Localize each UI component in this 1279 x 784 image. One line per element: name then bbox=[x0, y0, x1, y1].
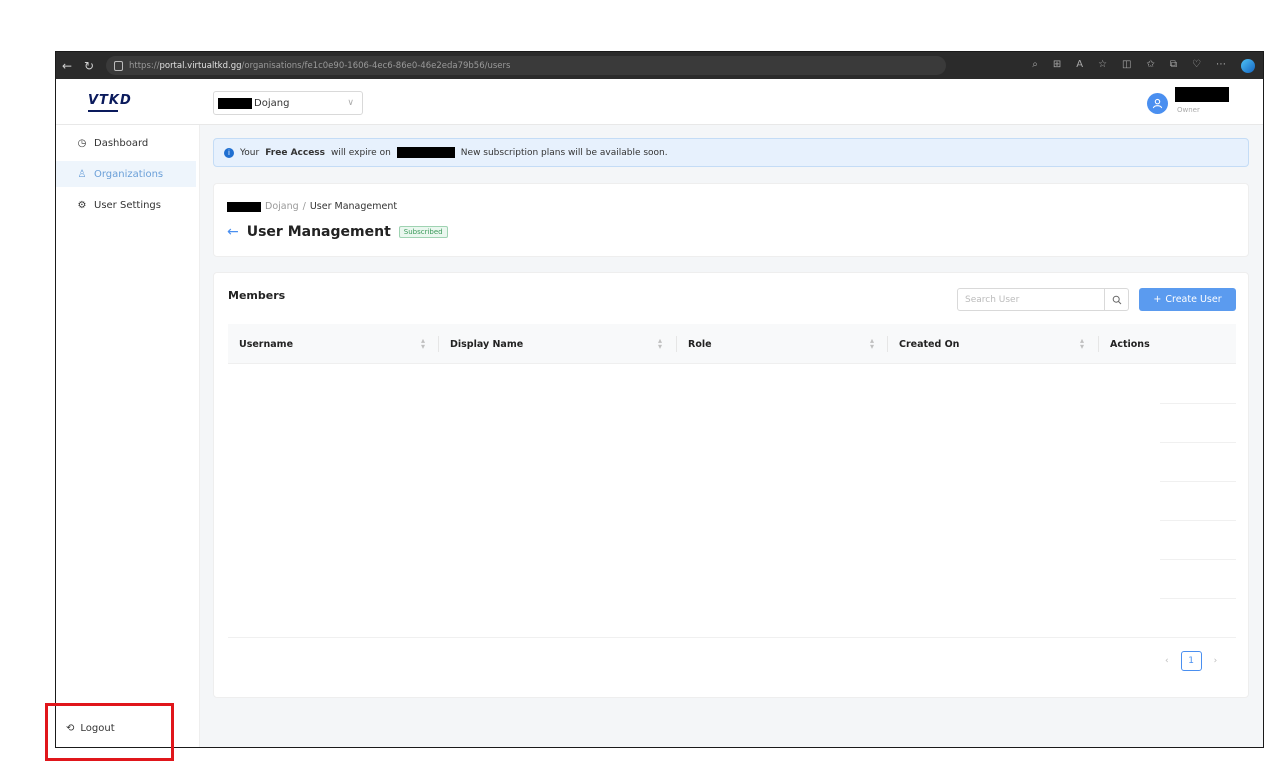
redacted-org-name bbox=[227, 201, 261, 212]
table-header: Username ▴ ▾ Display Name ▴ ▾ Role ▴ ▾ Crea… bbox=[228, 324, 1236, 364]
app-header: VTKD Dojang ∨ Owner bbox=[56, 79, 1263, 125]
column-role[interactable]: Role bbox=[688, 324, 712, 364]
breadcrumb-separator: / bbox=[302, 201, 306, 212]
logout-highlight-box bbox=[45, 703, 174, 761]
logo-underline bbox=[88, 110, 118, 112]
copilot-icon[interactable] bbox=[1241, 58, 1255, 73]
row-divider bbox=[1160, 481, 1236, 482]
free-access-notice: i Your Free Access will expire on New su… bbox=[213, 138, 1249, 167]
page-number-button[interactable]: 1 bbox=[1180, 651, 1202, 671]
sidebar-item-label: User Settings bbox=[94, 199, 161, 211]
prev-page-icon[interactable]: ‹ bbox=[1165, 656, 1169, 666]
redacted-org-name bbox=[218, 97, 252, 109]
table-footer-divider bbox=[228, 637, 1236, 638]
more-icon[interactable]: ⋯ bbox=[1216, 59, 1226, 73]
url-text: https://portal.virtualtkd.gg/organisatio… bbox=[129, 60, 511, 71]
sidebar: ◷ Dashboard ♙ Organizations ⚙ User Setti… bbox=[56, 125, 200, 747]
notice-suffix: New subscription plans will be available… bbox=[460, 147, 668, 158]
column-divider bbox=[1098, 336, 1099, 352]
sidebar-item-dashboard[interactable]: ◷ Dashboard bbox=[56, 130, 196, 156]
breadcrumb: Dojang / User Management bbox=[227, 201, 397, 212]
org-select-label: Dojang bbox=[254, 97, 290, 109]
avatar[interactable] bbox=[1147, 93, 1168, 114]
column-created-on[interactable]: Created On bbox=[899, 324, 959, 364]
column-divider bbox=[676, 336, 677, 352]
page-title-row: ← User Management Subscribed bbox=[227, 224, 448, 240]
row-divider bbox=[1160, 598, 1236, 599]
page-title: User Management bbox=[246, 224, 391, 240]
search-user-box bbox=[957, 288, 1129, 311]
sidebar-item-label: Dashboard bbox=[94, 137, 149, 149]
pagination: ‹ 1 › bbox=[1165, 651, 1217, 671]
clock-icon: ◷ bbox=[77, 137, 87, 149]
sort-icon[interactable]: ▴ ▾ bbox=[658, 337, 662, 351]
favorite-icon[interactable]: ☆ bbox=[1098, 59, 1107, 73]
address-bar[interactable]: https://portal.virtualtkd.gg/organisatio… bbox=[106, 56, 946, 75]
lock-icon bbox=[114, 60, 123, 71]
notice-middle: will expire on bbox=[331, 147, 391, 158]
row-divider bbox=[1160, 520, 1236, 521]
sort-icon[interactable]: ▴ ▾ bbox=[1080, 337, 1084, 351]
row-divider bbox=[1160, 559, 1236, 560]
info-icon: i bbox=[224, 147, 234, 158]
redacted-username bbox=[1175, 87, 1229, 102]
split-screen-icon[interactable]: ◫ bbox=[1122, 59, 1131, 73]
plus-icon: + bbox=[1153, 294, 1162, 305]
create-user-button[interactable]: + Create User bbox=[1139, 288, 1236, 311]
health-icon[interactable]: ♡ bbox=[1192, 59, 1201, 73]
notice-prefix: Your bbox=[240, 147, 260, 158]
search-input[interactable] bbox=[958, 289, 1104, 310]
next-page-icon[interactable]: › bbox=[1214, 656, 1218, 666]
members-card: Members + Create User Username ▴▾ Displa… bbox=[213, 272, 1249, 698]
back-arrow-icon[interactable]: ← bbox=[227, 224, 239, 240]
user-role: Owner bbox=[1177, 106, 1200, 114]
collections-icon[interactable]: ⧉ bbox=[1170, 59, 1177, 73]
sidebar-item-label: Organizations bbox=[94, 168, 164, 180]
chevron-down-icon: ∨ bbox=[347, 98, 354, 108]
search-icon[interactable] bbox=[1104, 289, 1128, 310]
members-title: Members bbox=[228, 289, 286, 302]
browser-toolbar: ← ↻ https://portal.virtualtkd.gg/organis… bbox=[56, 52, 1263, 79]
refresh-icon[interactable]: ↻ bbox=[78, 59, 100, 73]
back-icon[interactable]: ← bbox=[56, 59, 78, 73]
read-aloud-icon[interactable]: A bbox=[1076, 59, 1083, 73]
browser-actions: ⌕ ⊞ A ☆ ◫ ✩ ⧉ ♡ ⋯ bbox=[1032, 58, 1263, 73]
sort-icon[interactable]: ▴ ▾ bbox=[421, 337, 425, 351]
search-page-icon[interactable]: ⌕ bbox=[1032, 59, 1038, 73]
sidebar-item-organizations[interactable]: ♙ Organizations bbox=[56, 161, 196, 187]
page-header-card: Dojang / User Management ← User Manageme… bbox=[213, 183, 1249, 257]
column-divider bbox=[438, 336, 439, 352]
breadcrumb-current: User Management bbox=[309, 201, 398, 212]
sort-icon[interactable]: ▴ ▾ bbox=[870, 337, 874, 351]
gear-icon: ⚙ bbox=[77, 199, 87, 211]
app-logo[interactable]: VTKD bbox=[88, 93, 132, 108]
notice-bold: Free Access bbox=[265, 147, 326, 158]
status-badge: Subscribed bbox=[398, 226, 448, 238]
row-divider bbox=[1160, 442, 1236, 443]
sidebar-item-user-settings[interactable]: ⚙ User Settings bbox=[56, 192, 196, 218]
users-icon: ♙ bbox=[77, 168, 87, 180]
organization-select[interactable]: Dojang ∨ bbox=[213, 91, 363, 115]
row-divider bbox=[1160, 403, 1236, 404]
column-username[interactable]: Username bbox=[239, 324, 293, 364]
user-icon bbox=[1152, 98, 1163, 109]
column-display-name[interactable]: Display Name bbox=[450, 324, 523, 364]
column-actions: Actions bbox=[1110, 338, 1150, 350]
browser-window: ← ↻ https://portal.virtualtkd.gg/organis… bbox=[55, 51, 1264, 748]
breadcrumb-org[interactable]: Dojang bbox=[265, 201, 299, 212]
apps-icon[interactable]: ⊞ bbox=[1053, 59, 1061, 73]
redacted-date bbox=[396, 147, 455, 158]
column-divider bbox=[887, 336, 888, 352]
favorites-icon[interactable]: ✩ bbox=[1147, 59, 1155, 73]
create-user-label: Create User bbox=[1165, 294, 1222, 305]
